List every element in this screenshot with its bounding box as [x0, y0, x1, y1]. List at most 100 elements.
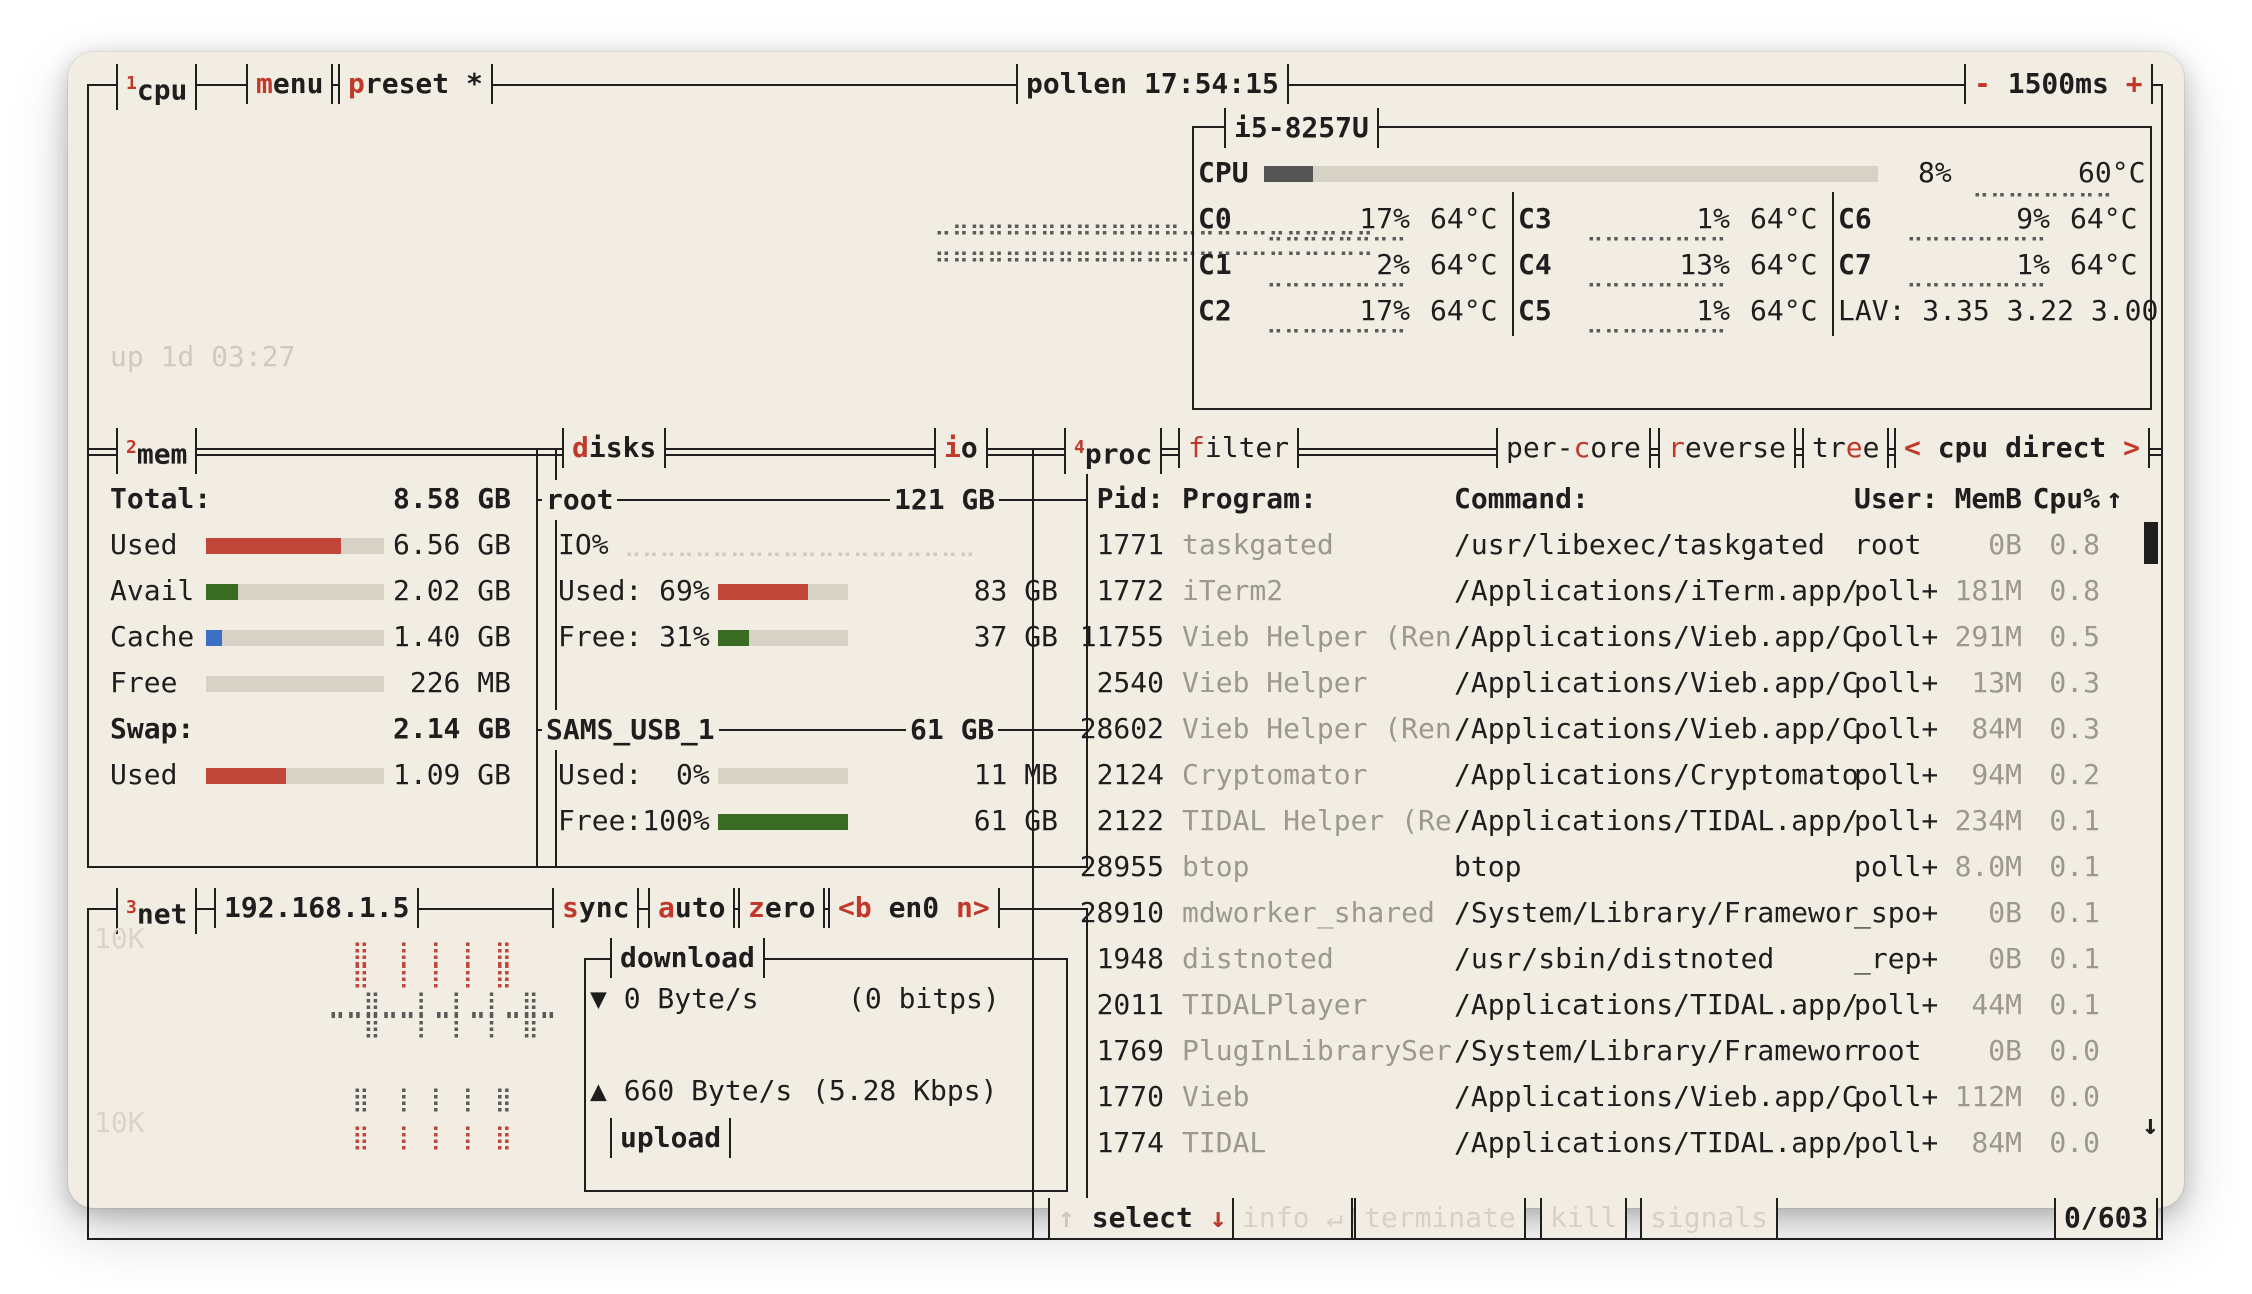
proc-mem[interactable]: 84M: [1942, 706, 2022, 752]
net-auto[interactable]: auto: [648, 888, 736, 928]
proc-pid[interactable]: 28955: [1068, 844, 1164, 890]
proc-cpu[interactable]: 0.1: [2028, 982, 2100, 1028]
proc-user[interactable]: root: [1854, 522, 1921, 568]
proc-program[interactable]: Vieb: [1182, 1074, 1249, 1120]
proc-pid[interactable]: 1769: [1068, 1028, 1164, 1074]
proc-cpu[interactable]: 0.1: [2028, 890, 2100, 936]
col-pid[interactable]: Pid:: [1068, 476, 1164, 522]
proc-cpu[interactable]: 0.8: [2028, 568, 2100, 614]
proc-program[interactable]: taskgated: [1182, 522, 1334, 568]
tree-toggle[interactable]: tree: [1802, 428, 1890, 468]
proc-program[interactable]: mdworker_shared: [1182, 890, 1435, 936]
proc-pid[interactable]: 2124: [1068, 752, 1164, 798]
proc-user[interactable]: poll+: [1854, 982, 1938, 1028]
proc-program[interactable]: distnoted: [1182, 936, 1334, 982]
proc-user[interactable]: poll+: [1854, 660, 1938, 706]
proc-mem[interactable]: 0B: [1942, 890, 2022, 936]
proc-pid[interactable]: 28602: [1068, 706, 1164, 752]
proc-program[interactable]: Vieb Helper: [1182, 660, 1367, 706]
proc-mem[interactable]: 291M: [1942, 614, 2022, 660]
proc-cpu[interactable]: 0.1: [2028, 936, 2100, 982]
proc-user[interactable]: poll+: [1854, 614, 1938, 660]
proc-pid[interactable]: 1948: [1068, 936, 1164, 982]
proc-program[interactable]: TIDAL Helper (Re: [1182, 798, 1452, 844]
preset-button[interactable]: preset *: [338, 64, 493, 104]
proc-cpu[interactable]: 0.0: [2028, 1120, 2100, 1166]
proc-mem[interactable]: 0B: [1942, 1028, 2022, 1074]
proc-command[interactable]: /Applications/iTerm.app/: [1454, 568, 1859, 614]
proc-cpu[interactable]: 0.0: [2028, 1074, 2100, 1120]
proc-pid[interactable]: 11755: [1068, 614, 1164, 660]
proc-mem[interactable]: 0B: [1942, 936, 2022, 982]
proc-program[interactable]: TIDAL: [1182, 1120, 1266, 1166]
proc-pid[interactable]: 2122: [1068, 798, 1164, 844]
scroll-down-icon[interactable]: ↓: [2142, 1102, 2159, 1148]
signals-button[interactable]: signals: [1640, 1198, 1779, 1238]
sort-selector[interactable]: < cpu direct >: [1894, 428, 2151, 468]
proc-cpu[interactable]: 0.3: [2028, 660, 2100, 706]
proc-program[interactable]: Vieb Helper (Ren: [1182, 614, 1452, 660]
proc-program[interactable]: Cryptomator: [1182, 752, 1367, 798]
net-zero[interactable]: zero: [738, 888, 826, 928]
net-interface[interactable]: <b en0 n>: [828, 888, 1000, 928]
proc-mem[interactable]: 181M: [1942, 568, 2022, 614]
proc-mem[interactable]: 13M: [1942, 660, 2022, 706]
mem-tab[interactable]: 2mem: [116, 428, 198, 475]
proc-mem[interactable]: 44M: [1942, 982, 2022, 1028]
cpu-tab[interactable]: 1cpu: [116, 64, 198, 111]
col-cpu[interactable]: Cpu%: [2028, 476, 2100, 522]
proc-pid[interactable]: 2540: [1068, 660, 1164, 706]
proc-command[interactable]: /Applications/Vieb.app/C: [1454, 1074, 1859, 1120]
menu-button[interactable]: menu: [246, 64, 334, 104]
proc-user[interactable]: _rep+: [1854, 936, 1938, 982]
proc-command[interactable]: /Applications/Vieb.app/C: [1454, 660, 1859, 706]
proc-user[interactable]: poll+: [1854, 1120, 1938, 1166]
proc-command[interactable]: /Applications/Vieb.app/C: [1454, 614, 1859, 660]
proc-cpu[interactable]: 0.1: [2028, 844, 2100, 890]
net-sync[interactable]: sync: [552, 888, 640, 928]
proc-command[interactable]: /System/Library/Framewor: [1454, 890, 1859, 936]
proc-mem[interactable]: 94M: [1942, 752, 2022, 798]
proc-command[interactable]: /Applications/Vieb.app/C: [1454, 706, 1859, 752]
proc-user[interactable]: poll+: [1854, 568, 1938, 614]
proc-mem[interactable]: 234M: [1942, 798, 2022, 844]
proc-pid[interactable]: 1771: [1068, 522, 1164, 568]
proc-command[interactable]: /Applications/Cryptomato: [1454, 752, 1859, 798]
proc-command[interactable]: btop: [1454, 844, 1521, 890]
scrollbar-thumb[interactable]: [2144, 522, 2158, 564]
proc-program[interactable]: iTerm2: [1182, 568, 1283, 614]
proc-pid[interactable]: 2011: [1068, 982, 1164, 1028]
proc-command[interactable]: /usr/libexec/taskgated: [1454, 522, 1825, 568]
proc-program[interactable]: PlugInLibrarySer: [1182, 1028, 1452, 1074]
proc-command[interactable]: /System/Library/Framewor: [1454, 1028, 1859, 1074]
proc-cpu[interactable]: 0.8: [2028, 522, 2100, 568]
proc-command[interactable]: /usr/sbin/distnoted: [1454, 936, 1774, 982]
update-interval[interactable]: - 1500ms +: [1964, 64, 2153, 104]
proc-program[interactable]: TIDALPlayer: [1182, 982, 1367, 1028]
proc-command[interactable]: /Applications/TIDAL.app/: [1454, 1120, 1859, 1166]
col-command[interactable]: Command:: [1454, 476, 1589, 522]
proc-user[interactable]: poll+: [1854, 1074, 1938, 1120]
proc-pid[interactable]: 28910: [1068, 890, 1164, 936]
col-program[interactable]: Program:: [1182, 476, 1317, 522]
proc-cpu[interactable]: 0.5: [2028, 614, 2100, 660]
proc-cpu[interactable]: 0.2: [2028, 752, 2100, 798]
io-toggle[interactable]: io: [934, 428, 988, 468]
filter-button[interactable]: filter: [1178, 428, 1300, 468]
proc-cpu[interactable]: 0.1: [2028, 798, 2100, 844]
proc-user[interactable]: root: [1854, 1028, 1921, 1074]
terminate-button[interactable]: terminate: [1354, 1198, 1526, 1238]
per-core-toggle[interactable]: per-core: [1496, 428, 1651, 468]
disks-tab[interactable]: disks: [562, 428, 667, 468]
proc-user[interactable]: _spo+: [1854, 890, 1938, 936]
proc-user[interactable]: poll+: [1854, 706, 1938, 752]
proc-mem[interactable]: 0B: [1942, 522, 2022, 568]
info-button[interactable]: info ↵: [1232, 1198, 1354, 1238]
proc-program[interactable]: btop: [1182, 844, 1249, 890]
proc-mem[interactable]: 8.0M: [1942, 844, 2022, 890]
proc-cpu[interactable]: 0.3: [2028, 706, 2100, 752]
proc-mem[interactable]: 112M: [1942, 1074, 2022, 1120]
reverse-toggle[interactable]: reverse: [1658, 428, 1797, 468]
proc-cpu[interactable]: 0.0: [2028, 1028, 2100, 1074]
select-control[interactable]: ↑ select ↓: [1048, 1198, 1237, 1238]
